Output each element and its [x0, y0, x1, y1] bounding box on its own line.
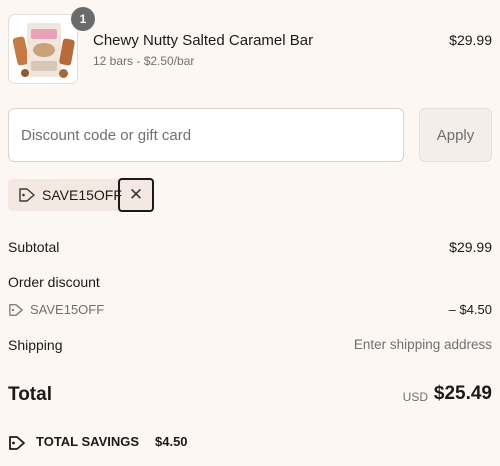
quantity-badge: 1	[71, 7, 95, 31]
order-discount-code: SAVE15OFF	[30, 302, 105, 317]
tag-icon	[9, 304, 23, 316]
product-price: $29.99	[449, 32, 492, 48]
product-image-bar-right	[58, 38, 76, 66]
order-discount-value: – $4.50	[448, 302, 492, 317]
discount-code-input[interactable]	[8, 108, 404, 162]
tag-icon	[19, 188, 35, 202]
total-currency: USD	[402, 390, 428, 404]
subtotal-value: $29.99	[449, 239, 492, 255]
product-name: Chewy Nutty Salted Caramel Bar	[93, 32, 314, 49]
product-image-package	[27, 23, 61, 77]
order-discount-label: Order discount	[8, 274, 100, 290]
subtotal-label: Subtotal	[8, 239, 60, 255]
apply-button[interactable]: Apply	[419, 108, 492, 162]
line-item: 1 Chewy Nutty Salted Caramel Bar 12 bars…	[8, 7, 492, 86]
order-summary: 1 Chewy Nutty Salted Caramel Bar 12 bars…	[0, 0, 500, 466]
applied-discount-code: SAVE15OFF	[42, 187, 122, 203]
product-image: 1	[8, 7, 95, 84]
tag-icon	[9, 436, 25, 450]
close-icon: ✕	[128, 185, 144, 204]
shipping-value: Enter shipping address	[353, 337, 492, 352]
total-value: $25.49	[433, 383, 492, 404]
total-savings-value: $4.50	[155, 434, 188, 449]
total-savings-label: TOTAL SAVINGS	[36, 434, 140, 449]
applied-discount-chip: SAVE15OFF ✕	[8, 178, 154, 212]
shipping-label: Shipping	[8, 337, 63, 353]
product-variant: 12 bars - $2.50/bar	[93, 54, 195, 68]
total-label: Total	[8, 384, 52, 405]
remove-discount-button[interactable]: ✕	[118, 178, 154, 212]
